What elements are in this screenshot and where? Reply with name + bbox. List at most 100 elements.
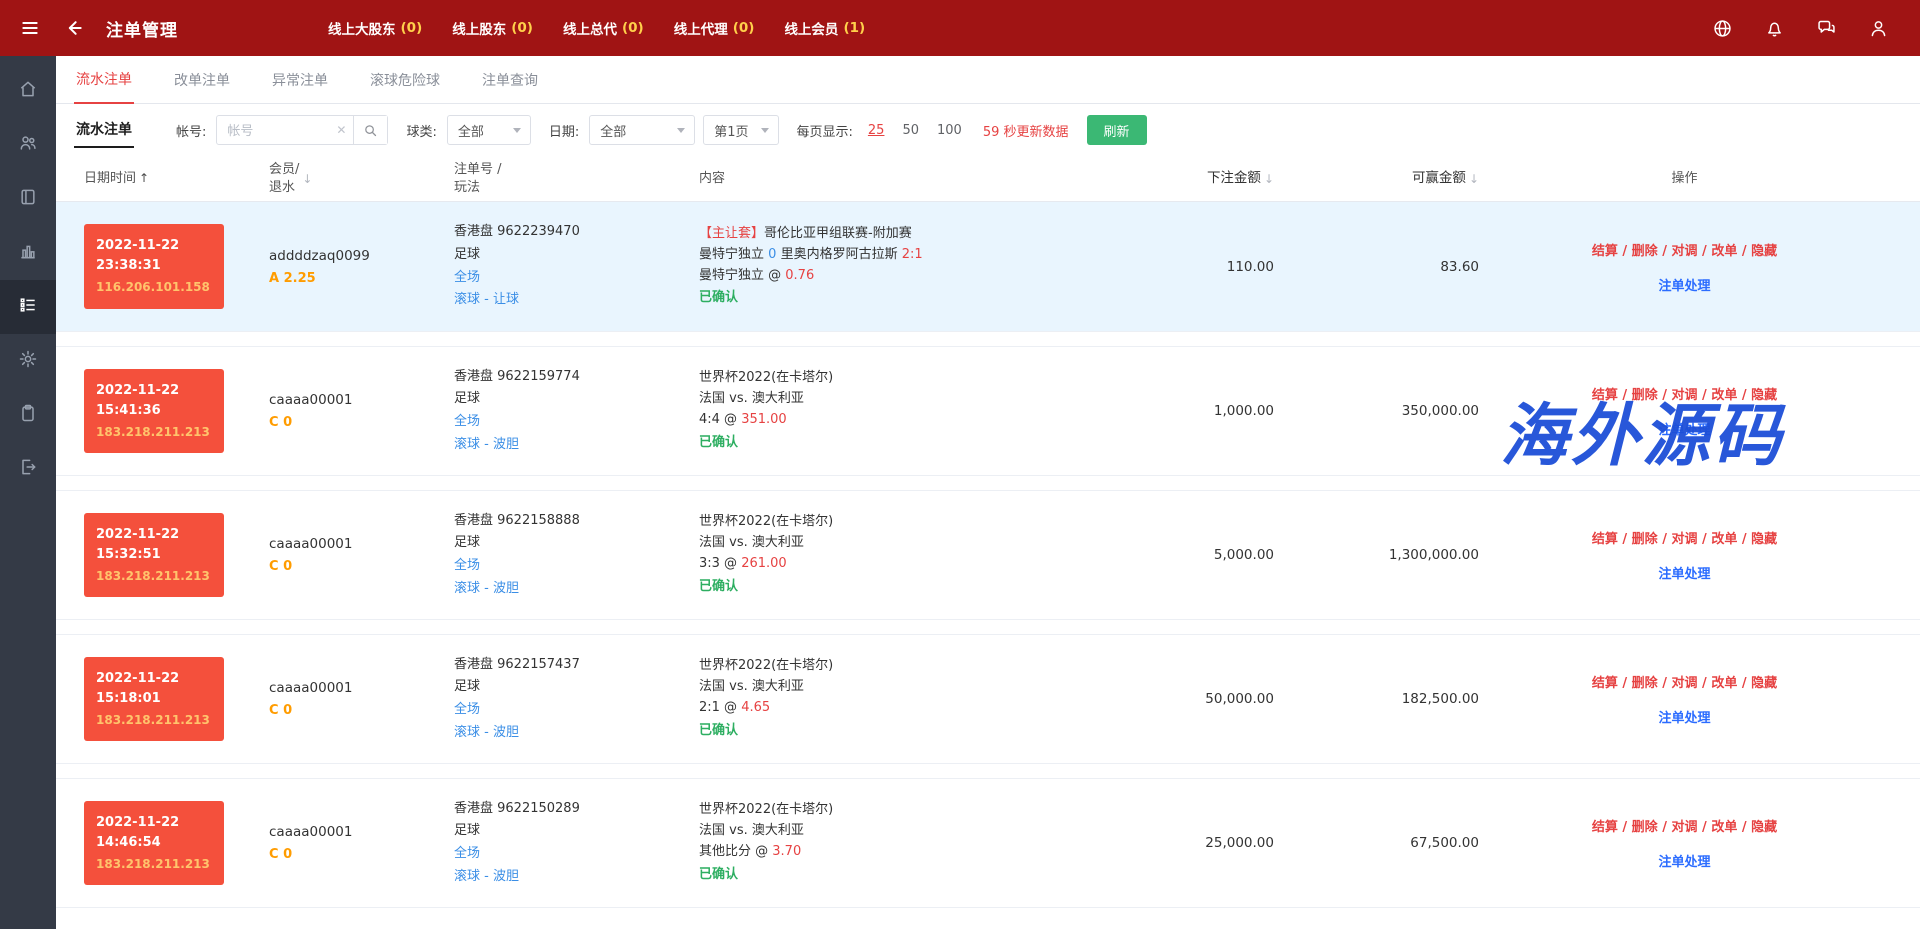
match-teams: 法国 vs. 澳大利亚 <box>699 391 804 406</box>
bet-amount: 5,000.00 <box>1099 547 1274 563</box>
nav-online-master-agent[interactable]: 线上总代(0) <box>563 18 644 38</box>
delete-link[interactable]: 删除 <box>1618 676 1658 691</box>
modify-link[interactable]: 改单 <box>1698 388 1738 403</box>
account-input[interactable] <box>217 123 329 138</box>
globe-icon[interactable] <box>1710 16 1734 40</box>
filter-bar: 流水注单 帐号: ✕ 球类: 全部 日期: 全部 第1页 每页显示: 25 50… <box>56 104 1920 156</box>
swap-link[interactable]: 对调 <box>1658 388 1698 403</box>
sidebar-item-settings[interactable] <box>0 334 56 388</box>
play-type-link[interactable]: 滚球 - 让球 <box>454 292 519 307</box>
nav-online-major-shareholder[interactable]: 线上大股东(0) <box>328 18 422 38</box>
scope-link[interactable]: 全场 <box>454 846 480 861</box>
back-icon[interactable] <box>62 16 86 40</box>
nav-count: (1) <box>843 20 865 36</box>
sidebar-item-reports[interactable] <box>0 172 56 226</box>
pick-line: 3:3 @ 261.00 <box>699 554 1099 575</box>
play-type-link[interactable]: 滚球 - 波胆 <box>454 725 519 740</box>
hide-link[interactable]: 隐藏 <box>1737 820 1777 835</box>
status-badge: 已确认 <box>699 865 1099 886</box>
settle-link[interactable]: 结算 <box>1592 676 1618 691</box>
play-type-link[interactable]: 滚球 - 波胆 <box>454 869 519 884</box>
sidebar-item-home[interactable] <box>0 64 56 118</box>
pick-selection: 3:3 @ <box>699 556 741 571</box>
per-page-100[interactable]: 100 <box>937 123 962 138</box>
ip-address: 183.218.211.213 <box>96 711 212 730</box>
process-order-link[interactable]: 注单处理 <box>1658 707 1710 726</box>
scope-link[interactable]: 全场 <box>454 414 480 429</box>
scope-link[interactable]: 全场 <box>454 270 480 285</box>
bell-icon[interactable] <box>1762 16 1786 40</box>
home-icon <box>18 79 38 103</box>
sidebar-item-users[interactable] <box>0 118 56 172</box>
settle-link[interactable]: 结算 <box>1592 244 1618 259</box>
swap-link[interactable]: 对调 <box>1658 820 1698 835</box>
hide-link[interactable]: 隐藏 <box>1737 244 1777 259</box>
swap-link[interactable]: 对调 <box>1658 532 1698 547</box>
header-winnable-amount[interactable]: 可赢金额↓ <box>1274 169 1479 187</box>
scope-link[interactable]: 全场 <box>454 558 480 573</box>
settle-link[interactable]: 结算 <box>1592 532 1618 547</box>
modify-link[interactable]: 改单 <box>1698 676 1738 691</box>
tab-flow-orders[interactable]: 流水注单 <box>74 69 134 104</box>
tab-rolling-danger-ball[interactable]: 滚球危险球 <box>368 70 442 103</box>
header-actions: 操作 <box>1479 170 1890 188</box>
tab-abnormal-orders[interactable]: 异常注单 <box>270 70 330 103</box>
swap-link[interactable]: 对调 <box>1658 676 1698 691</box>
nav-online-member[interactable]: 线上会员(1) <box>784 18 865 38</box>
process-order-link[interactable]: 注单处理 <box>1658 419 1710 438</box>
bet-amount: 50,000.00 <box>1099 691 1274 707</box>
user-icon[interactable] <box>1866 16 1890 40</box>
tab-modified-orders[interactable]: 改单注单 <box>172 70 232 103</box>
league-name: 哥伦比亚甲组联赛-附加赛 <box>764 226 912 241</box>
page-select[interactable]: 第1页 <box>703 115 778 145</box>
per-page-50[interactable]: 50 <box>902 123 919 138</box>
gear-icon <box>18 349 38 373</box>
refresh-button[interactable]: 刷新 <box>1087 115 1147 145</box>
play-type-link[interactable]: 滚球 - 波胆 <box>454 437 519 452</box>
sidebar-item-statistics[interactable] <box>0 226 56 280</box>
bet-date: 2022-11-22 <box>96 525 212 545</box>
process-order-link[interactable]: 注单处理 <box>1658 851 1710 870</box>
delete-link[interactable]: 删除 <box>1618 388 1658 403</box>
nav-online-agent[interactable]: 线上代理(0) <box>674 18 755 38</box>
tab-order-search[interactable]: 注单查询 <box>480 70 540 103</box>
header-bet-amount[interactable]: 下注金额↓ <box>1099 169 1274 187</box>
clear-icon[interactable]: ✕ <box>329 123 353 137</box>
modify-link[interactable]: 改单 <box>1698 820 1738 835</box>
header-datetime[interactable]: 日期时间↑ <box>84 170 269 188</box>
sidebar-item-records[interactable] <box>0 388 56 442</box>
hide-link[interactable]: 隐藏 <box>1737 388 1777 403</box>
table-row: 2022-11-22 14:46:54 183.218.211.213 caaa… <box>56 778 1920 908</box>
winnable-amount: 182,500.00 <box>1274 691 1479 707</box>
messages-icon[interactable] <box>1814 16 1838 40</box>
date-select[interactable]: 全部 <box>589 115 695 145</box>
play-type-link[interactable]: 滚球 - 波胆 <box>454 581 519 596</box>
menu-icon[interactable] <box>18 16 42 40</box>
delete-link[interactable]: 删除 <box>1618 244 1658 259</box>
sidebar-item-logout[interactable] <box>0 442 56 496</box>
nav-online-shareholder[interactable]: 线上股东(0) <box>452 18 533 38</box>
modify-link[interactable]: 改单 <box>1698 244 1738 259</box>
bet-date: 2022-11-22 <box>96 669 212 689</box>
ball-type-select[interactable]: 全部 <box>447 115 531 145</box>
settle-link[interactable]: 结算 <box>1592 388 1618 403</box>
swap-link[interactable]: 对调 <box>1658 244 1698 259</box>
header-member-rebate[interactable]: 会员/ 退水↓ <box>269 161 454 196</box>
scope-link[interactable]: 全场 <box>454 702 480 717</box>
page-title: 注单管理 <box>106 16 178 41</box>
search-icon[interactable] <box>353 116 387 144</box>
hide-link[interactable]: 隐藏 <box>1737 676 1777 691</box>
process-order-link[interactable]: 注单处理 <box>1658 275 1710 294</box>
bet-tag: 【主让套】 <box>699 226 764 241</box>
per-page-25[interactable]: 25 <box>868 123 885 138</box>
modify-link[interactable]: 改单 <box>1698 532 1738 547</box>
delete-link[interactable]: 删除 <box>1618 820 1658 835</box>
settle-link[interactable]: 结算 <box>1592 820 1618 835</box>
hide-link[interactable]: 隐藏 <box>1737 532 1777 547</box>
topbar-nav: 线上大股东(0) 线上股东(0) 线上总代(0) 线上代理(0) 线上会员(1) <box>328 18 865 38</box>
sort-desc-icon: ↓ <box>302 172 312 186</box>
process-order-link[interactable]: 注单处理 <box>1658 563 1710 582</box>
member-rebate: C 0 <box>269 415 454 430</box>
delete-link[interactable]: 删除 <box>1618 532 1658 547</box>
sidebar-item-orders[interactable] <box>0 280 56 334</box>
